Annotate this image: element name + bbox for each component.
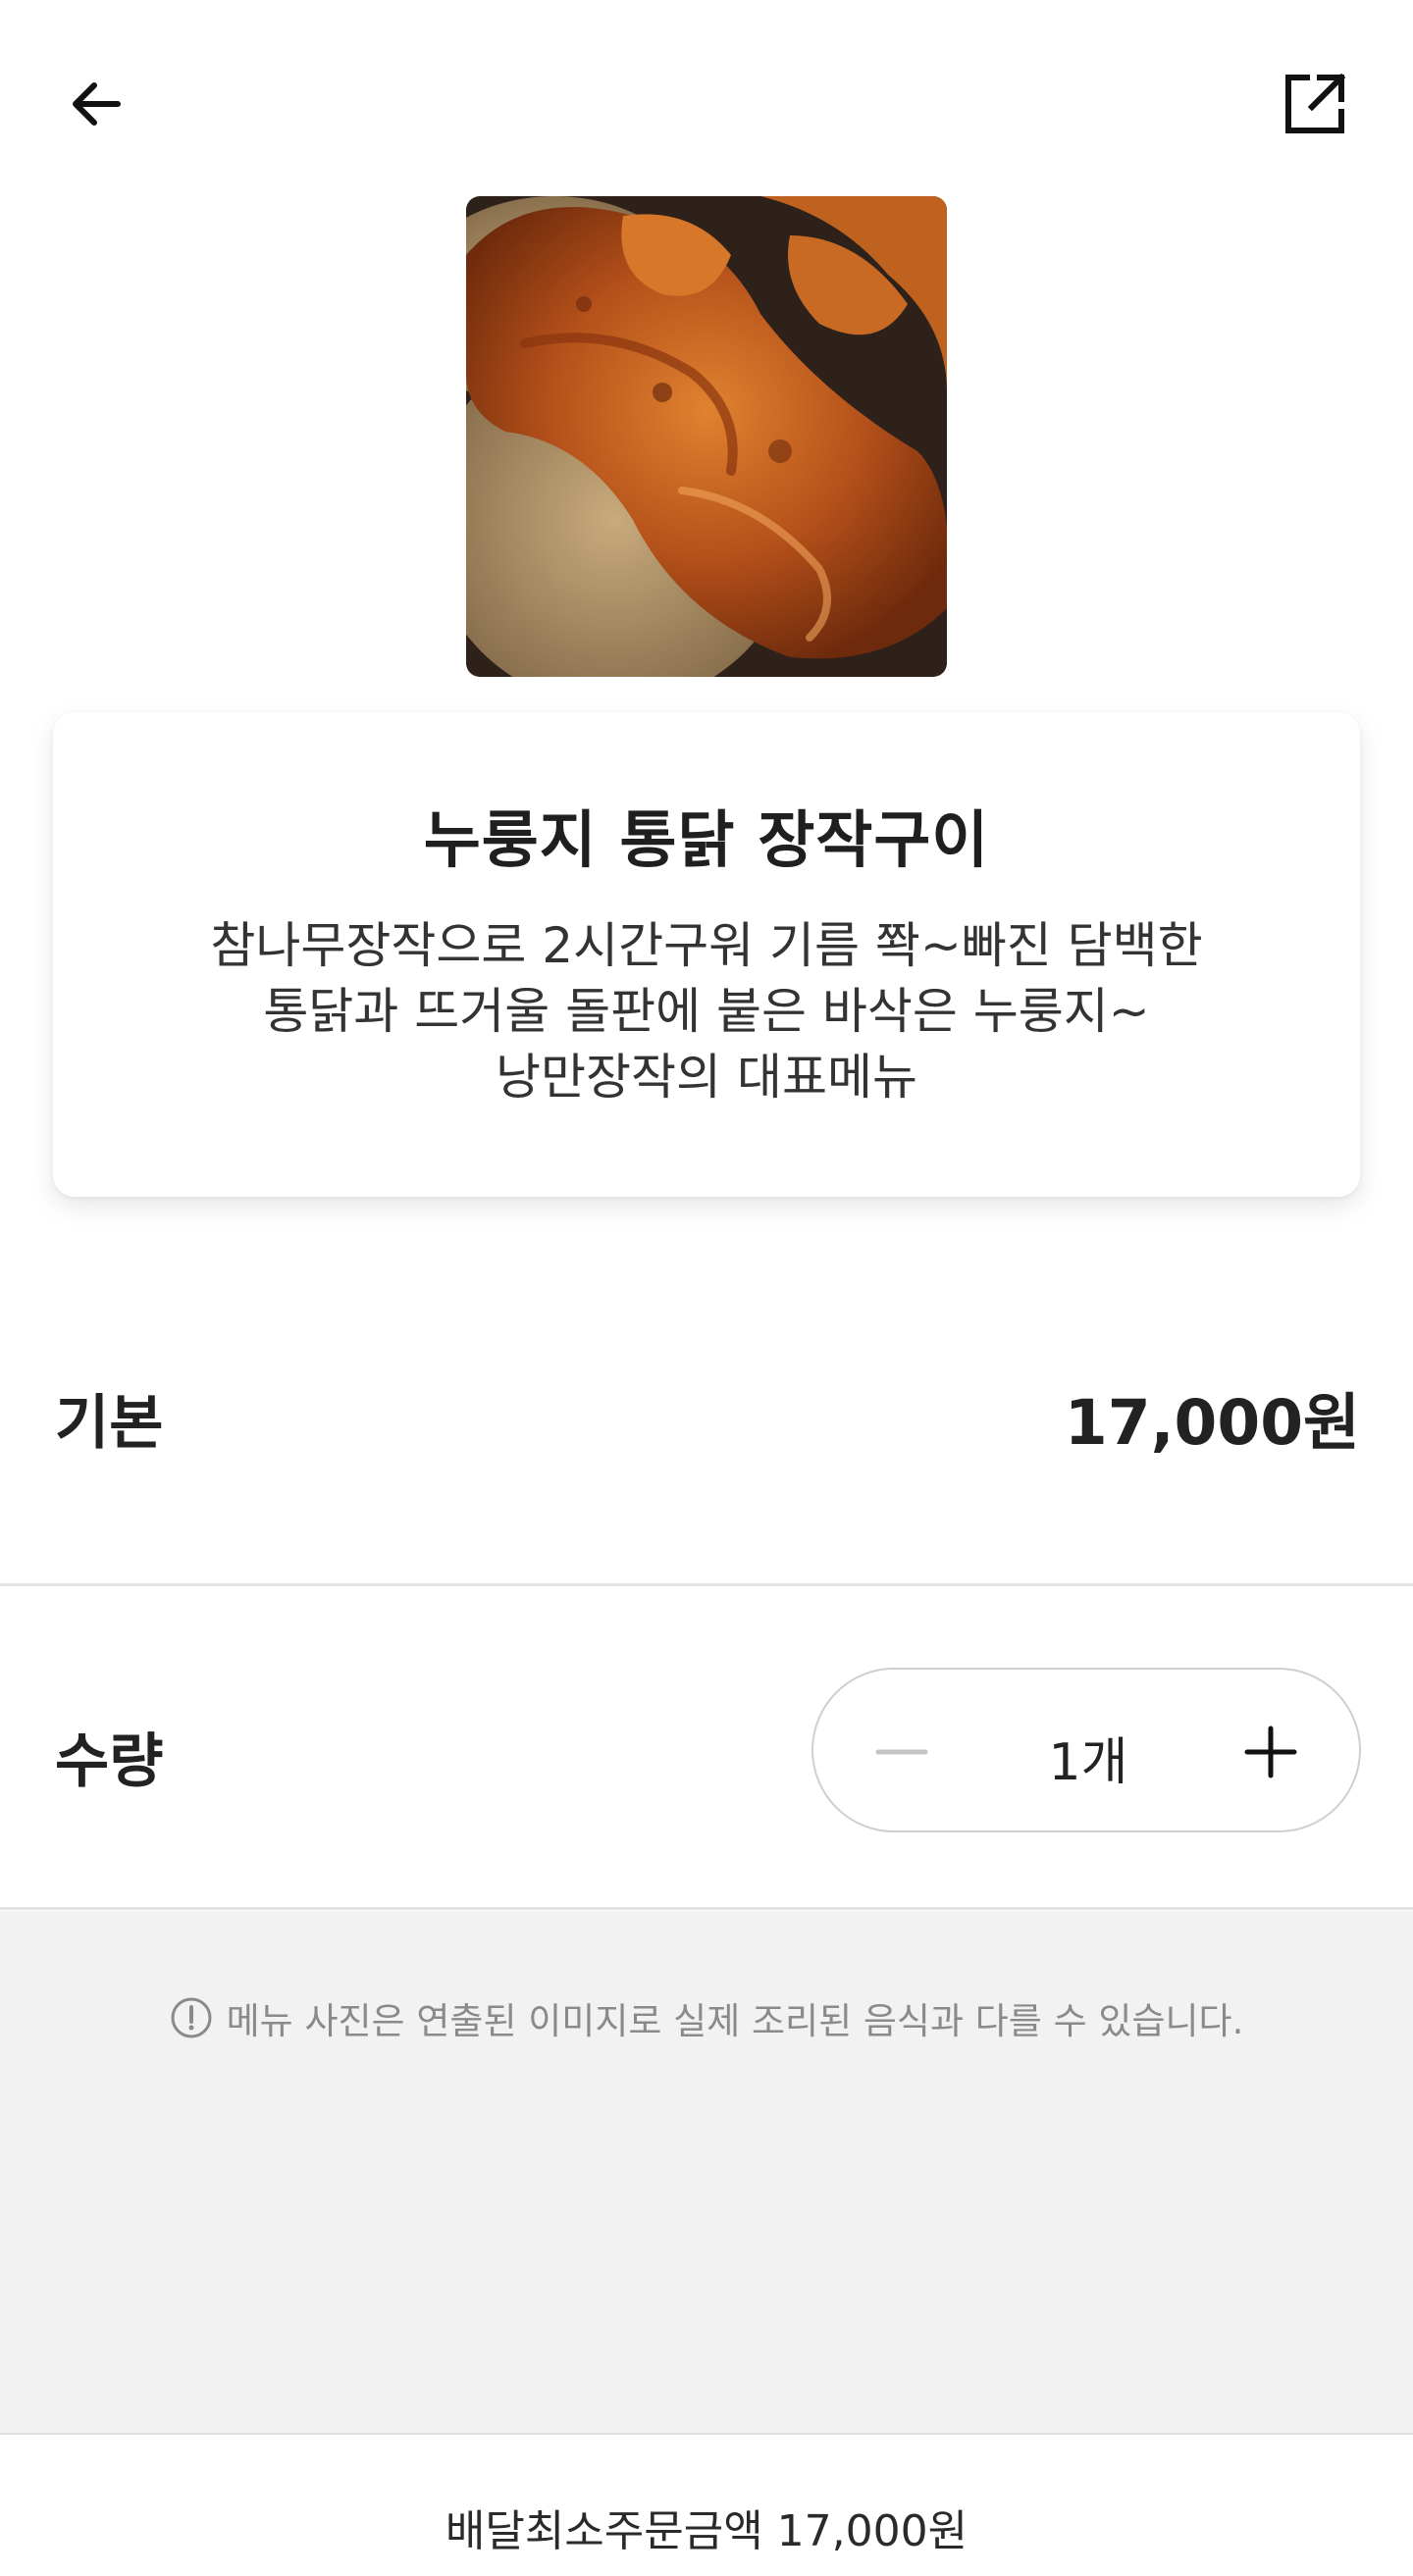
- decrease-quantity-button[interactable]: [853, 1703, 951, 1801]
- share-external-icon: [1285, 73, 1346, 133]
- price-row: 기본 17,000원: [0, 1334, 1413, 1471]
- menu-title: 누룽지 통닭 장작구이: [423, 804, 990, 876]
- menu-photo: [466, 196, 947, 677]
- back-button[interactable]: [47, 55, 145, 153]
- price-value: 17,000원: [1064, 1387, 1360, 1459]
- divider: [0, 1907, 1413, 1910]
- exclamation-circle-icon: [171, 1997, 212, 2038]
- quantity-label: 수량: [55, 1727, 164, 1796]
- menu-description: 참나무장작으로 2시간구워 기름 쫙~빠진 담백한 통닭과 뜨거울 돌판에 붙은…: [210, 917, 1203, 1106]
- menu-detail-screen: 누룽지 통닭 장작구이 참나무장작으로 2시간구워 기름 쫙~빠진 담백한 통닭…: [0, 0, 1413, 2576]
- price-label: 기본: [55, 1389, 164, 1458]
- minus-icon: [875, 1749, 928, 1755]
- menu-info-card: 누룽지 통닭 장작구이 참나무장작으로 2시간구워 기름 쫙~빠진 담백한 통닭…: [53, 712, 1360, 1197]
- divider: [0, 1583, 1413, 1586]
- plus-icon: [1244, 1726, 1297, 1778]
- quantity-value: 1개: [1048, 1733, 1128, 1792]
- top-bar: [0, 0, 1413, 196]
- arrow-left-icon: [73, 82, 121, 126]
- share-button[interactable]: [1266, 55, 1364, 153]
- min-order-amount: 배달최소주문금액 17,000원: [445, 2506, 968, 2556]
- quantity-row: 수량 1개: [0, 1589, 1413, 1883]
- notice-area: 메뉴 사진은 연출된 이미지로 실제 조리된 음식과 다를 수 있습니다.: [0, 1911, 1413, 2433]
- disclaimer-text: 메뉴 사진은 연출된 이미지로 실제 조리된 음식과 다를 수 있습니다.: [226, 2000, 1244, 2042]
- quantity-stepper: 1개: [811, 1668, 1361, 1832]
- photo-disclaimer: 메뉴 사진은 연출된 이미지로 실제 조리된 음식과 다를 수 있습니다.: [0, 1991, 1413, 2044]
- bottom-bar: 배달최소주문금액 17,000원: [0, 2433, 1413, 2576]
- increase-quantity-button[interactable]: [1222, 1703, 1320, 1801]
